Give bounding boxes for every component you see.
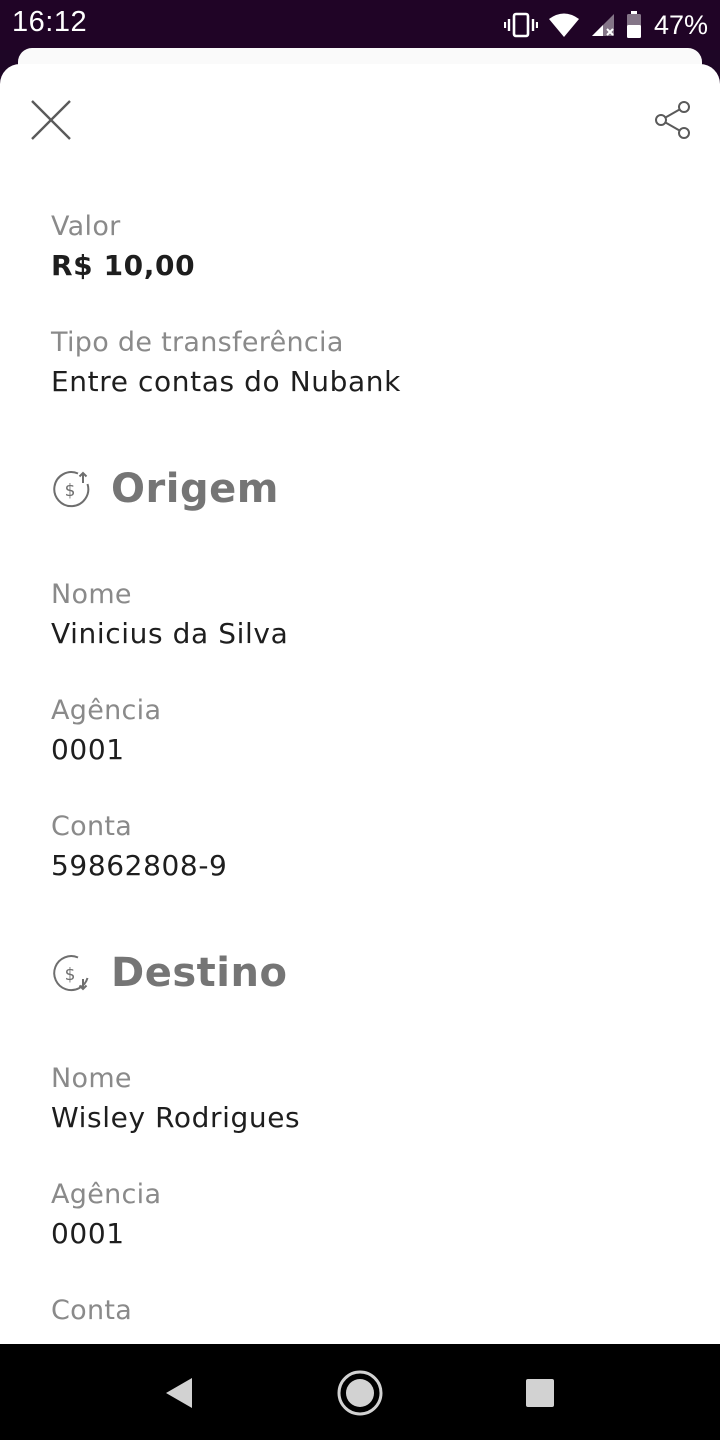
destino-agencia-field: Agência 0001 — [51, 1178, 161, 1254]
navigation-bar — [0, 1344, 720, 1440]
share-icon — [655, 101, 690, 139]
destino-conta-label: Conta — [51, 1295, 133, 1326]
close-button[interactable] — [21, 90, 81, 150]
svg-text:$: $ — [65, 481, 76, 501]
home-button[interactable] — [335, 1368, 385, 1418]
destino-nome-value: Wisley Rodrigues — [51, 1101, 301, 1134]
origem-title: Origem — [111, 466, 279, 512]
money-out-icon: $ — [53, 471, 90, 508]
tipo-label: Tipo de transferência — [51, 327, 344, 358]
status-bar: 16:12 47% — [0, 0, 720, 50]
destino-conta-field: Conta — [51, 1294, 132, 1328]
battery-icon — [626, 11, 642, 39]
origem-nome-label: Nome — [51, 579, 132, 610]
tipo-value: Entre contas do Nubank — [51, 365, 401, 398]
back-button[interactable] — [154, 1368, 204, 1418]
origem-conta-value: 59862808-9 — [51, 849, 228, 882]
status-time: 16:12 — [12, 6, 88, 38]
valor-field: Valor R$ 10,00 — [51, 210, 195, 286]
destino-nome-label: Nome — [51, 1063, 132, 1094]
origem-conta-field: Conta 59862808-9 — [51, 810, 227, 886]
origem-agencia-value: 0001 — [51, 733, 125, 766]
share-button[interactable] — [643, 90, 703, 150]
destino-nome-field: Nome Wisley Rodrigues — [51, 1062, 300, 1138]
origem-agencia-label: Agência — [51, 695, 162, 726]
signal-icon — [590, 12, 616, 38]
destino-title: Destino — [111, 950, 288, 996]
battery-percent: 47% — [653, 9, 708, 40]
transfer-details-sheet: Valor R$ 10,00 Tipo de transferência Ent… — [0, 64, 720, 1344]
valor-value: R$ 10,00 — [51, 249, 196, 282]
recents-button[interactable] — [515, 1368, 565, 1418]
destino-header: $ Destino — [51, 950, 287, 996]
close-icon — [31, 100, 71, 140]
origem-agencia-field: Agência 0001 — [51, 694, 161, 770]
destino-agencia-label: Agência — [51, 1179, 162, 1210]
tipo-field: Tipo de transferência Entre contas do Nu… — [51, 326, 401, 402]
destino-agencia-value: 0001 — [51, 1217, 125, 1250]
origem-header: $ Origem — [51, 466, 279, 512]
back-icon — [166, 1378, 192, 1408]
origem-nome-field: Nome Vinicius da Silva — [51, 578, 288, 654]
recents-icon — [526, 1379, 554, 1407]
origem-nome-value: Vinicius da Silva — [51, 617, 289, 650]
status-icons: 47% — [503, 8, 708, 42]
home-icon — [337, 1370, 383, 1416]
vibrate-icon — [503, 12, 538, 38]
valor-label: Valor — [51, 211, 121, 242]
money-in-icon: $ — [53, 955, 89, 992]
wifi-icon — [548, 12, 580, 38]
origem-conta-label: Conta — [51, 811, 133, 842]
svg-text:$: $ — [65, 965, 76, 985]
